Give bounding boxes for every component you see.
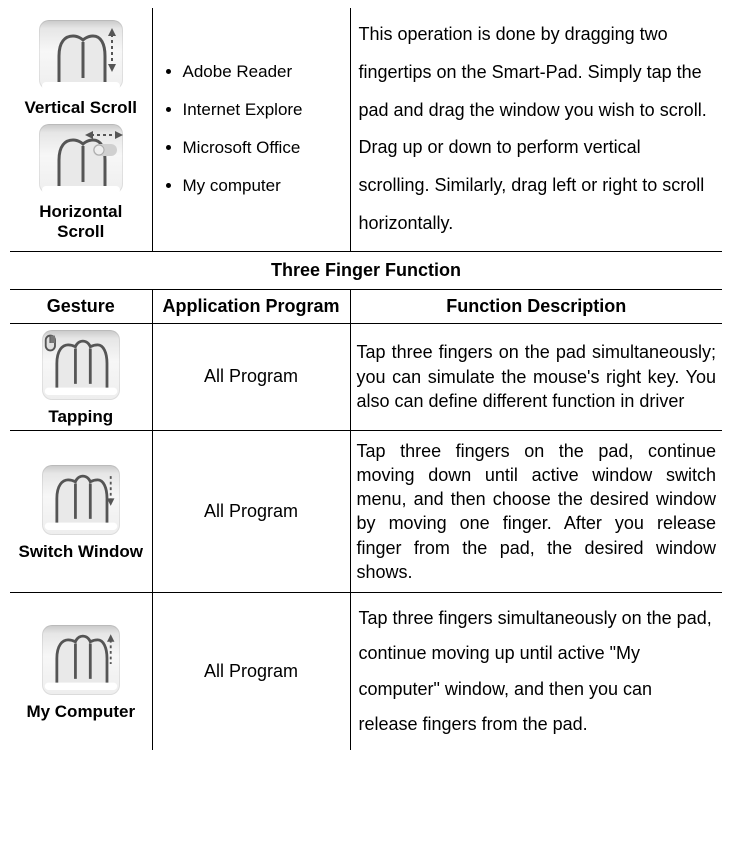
list-item: My computer [183, 176, 342, 196]
scroll-description: This operation is done by dragging two f… [350, 8, 722, 251]
table-row: Tapping All Program Tap three fingers on… [10, 323, 722, 430]
three-finger-title: Three Finger Function [10, 252, 722, 289]
list-item: Adobe Reader [183, 62, 342, 82]
switch-window-icon [42, 465, 120, 535]
vertical-scroll-label: Vertical Scroll [14, 98, 148, 118]
list-item: Internet Explore [183, 100, 342, 120]
header-app: Application Program [152, 289, 350, 323]
my-computer-icon [42, 625, 120, 695]
tapping-label: Tapping [14, 407, 148, 427]
vertical-scroll-icon [39, 20, 123, 90]
header-desc: Function Description [350, 289, 722, 323]
header-gesture: Gesture [10, 289, 152, 323]
my-computer-desc: Tap three fingers simultaneously on the … [350, 593, 722, 750]
switch-window-desc: Tap three fingers on the pad, continue m… [350, 430, 722, 593]
tapping-desc: Tap three fingers on the pad simultaneou… [350, 323, 722, 430]
my-computer-app: All Program [152, 593, 350, 750]
switch-window-app: All Program [152, 430, 350, 593]
scroll-apps-cell: Adobe Reader Internet Explore Microsoft … [152, 8, 350, 251]
horizontal-scroll-label: Horizontal Scroll [14, 202, 148, 243]
table-row: My Computer All Program Tap three finger… [10, 593, 722, 750]
scroll-gestures-table: Vertical Scroll Horizontal Scroll Adobe … [10, 8, 722, 252]
horizontal-scroll-icon [39, 124, 123, 194]
list-item: Microsoft Office [183, 138, 342, 158]
tapping-app: All Program [152, 323, 350, 430]
table-row: Switch Window All Program Tap three fing… [10, 430, 722, 593]
three-finger-table: Gesture Application Program Function Des… [10, 289, 722, 750]
scroll-apps-list: Adobe Reader Internet Explore Microsoft … [161, 62, 342, 196]
switch-window-label: Switch Window [14, 542, 148, 562]
my-computer-label: My Computer [14, 702, 148, 722]
tapping-icon [42, 330, 120, 400]
